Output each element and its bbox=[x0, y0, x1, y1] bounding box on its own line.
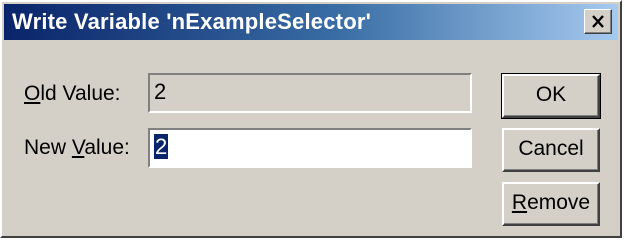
new-value-label-rest: alue: bbox=[84, 136, 130, 159]
new-value-text: 2 bbox=[154, 134, 169, 159]
remove-button[interactable]: Remove bbox=[502, 182, 600, 226]
old-value-label: Old Value: bbox=[24, 82, 121, 106]
close-button[interactable] bbox=[584, 9, 612, 34]
ok-button[interactable]: OK bbox=[501, 73, 601, 119]
window-title: Write Variable 'nExampleSelector' bbox=[12, 9, 372, 34]
old-value-text: 2 bbox=[154, 79, 167, 104]
new-value-label: New Value: bbox=[24, 136, 130, 160]
remove-button-accel: R bbox=[511, 191, 528, 214]
new-value-label-prefix: New bbox=[24, 136, 72, 159]
cancel-button[interactable]: Cancel bbox=[502, 128, 600, 172]
new-value-label-accel: V bbox=[71, 136, 85, 159]
write-variable-dialog: Write Variable 'nExampleSelector' Old Va… bbox=[0, 0, 622, 238]
old-value-label-accel: O bbox=[24, 82, 41, 105]
close-icon bbox=[592, 15, 604, 28]
old-value-label-rest: ld Value: bbox=[40, 82, 121, 105]
remove-button-label-rest: emove bbox=[527, 191, 591, 214]
new-value-input[interactable]: 2 bbox=[148, 128, 472, 168]
title-bar[interactable]: Write Variable 'nExampleSelector' bbox=[4, 4, 618, 40]
old-value-field: 2 bbox=[148, 73, 472, 113]
